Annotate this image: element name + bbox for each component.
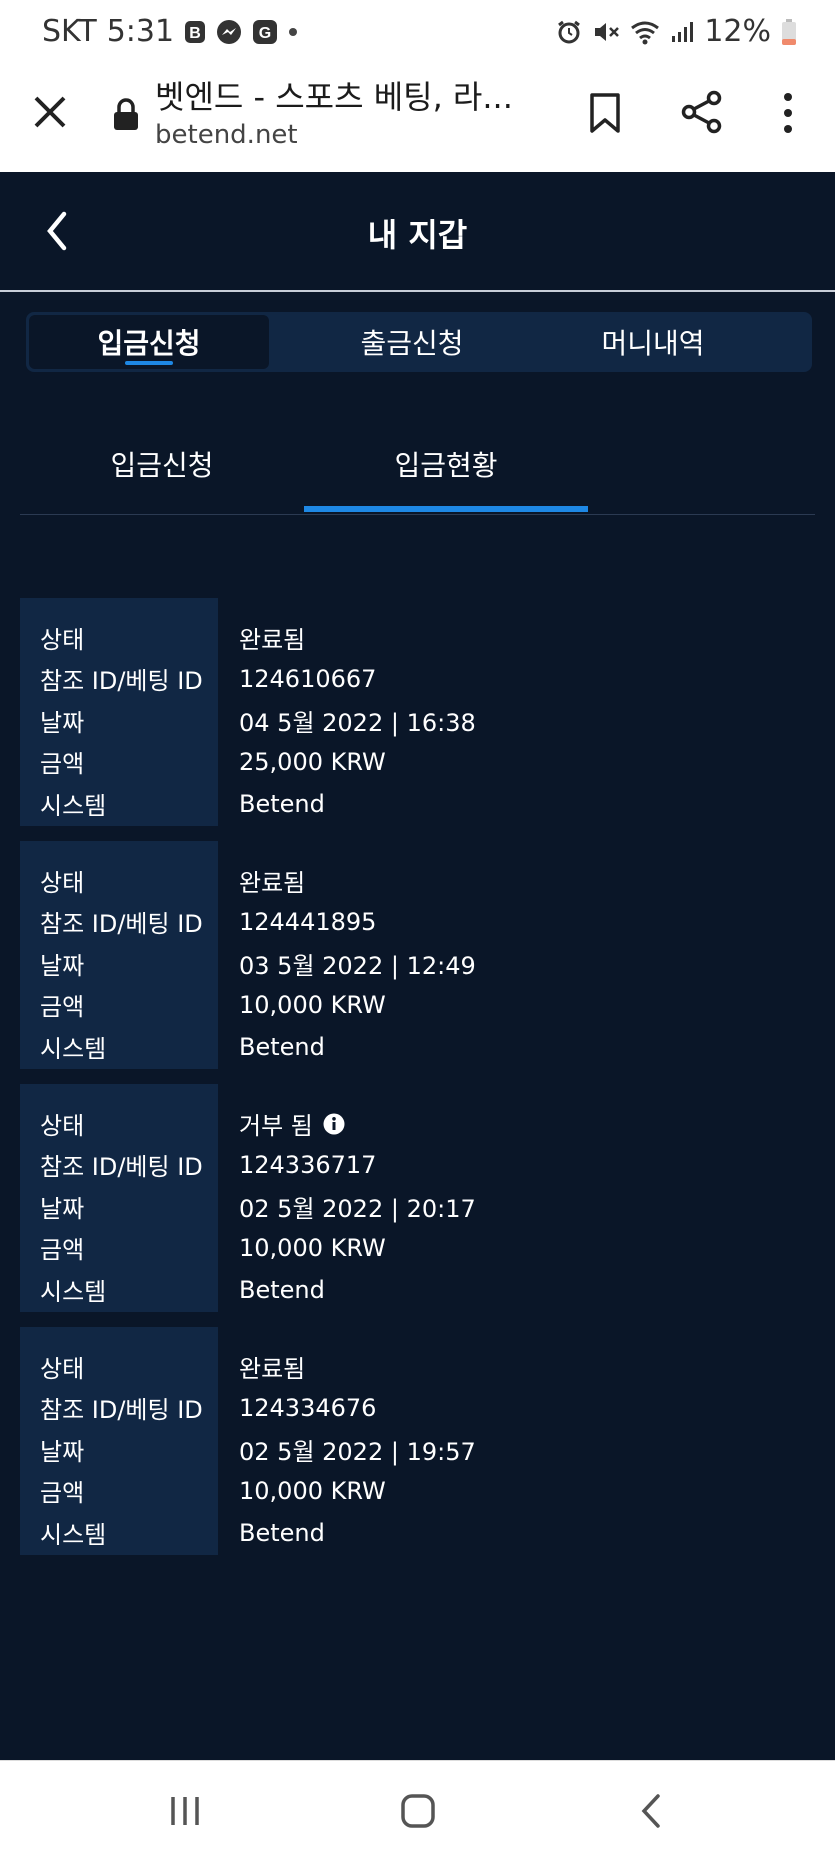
system-value: Betend <box>239 1518 325 1547</box>
system-navigation-bar <box>0 1760 835 1857</box>
status-label: 상태 <box>40 626 85 654</box>
system-label: 시스템 <box>40 1035 107 1063</box>
ref-id-value: 124334676 <box>239 1393 377 1422</box>
svg-text:B: B <box>189 25 201 42</box>
ref-id-label: 참조 ID/베팅 ID <box>40 1396 203 1424</box>
active-tab-indicator <box>125 361 173 365</box>
status-bar: SKT 5:31 B G 12% <box>0 0 835 62</box>
tab-withdrawal-request[interactable]: 출금신청 <box>292 312 532 372</box>
browser-address-bar: 벳엔드 - 스포츠 베팅, 라... betend.net <box>0 62 835 172</box>
tab-label: 입금신청 <box>97 327 201 360</box>
tab-label: 머니내역 <box>601 327 705 360</box>
date-label: 날짜 <box>40 709 85 737</box>
recent-apps-icon[interactable] <box>165 1791 205 1831</box>
info-icon[interactable] <box>323 1113 345 1135</box>
status-value: 완료됨 <box>239 626 306 654</box>
more-notifications-dot-icon <box>288 27 298 37</box>
amount-label: 금액 <box>40 993 85 1021</box>
page-title-text[interactable]: 벳엔드 - 스포츠 베팅, 라... <box>155 72 513 118</box>
system-label: 시스템 <box>40 1521 107 1549</box>
tab-label: 출금신청 <box>360 327 464 360</box>
amount-value: 25,000 KRW <box>239 747 386 776</box>
svg-text:G: G <box>259 25 271 42</box>
deposit-record: 상태 참조 ID/베팅 ID 날짜 금액 시스템 완료됨 124441895 0… <box>20 841 815 1069</box>
system-label: 시스템 <box>40 1278 107 1306</box>
wallet-tabs: 입금신청 출금신청 머니내역 <box>26 312 812 372</box>
status-label: 상태 <box>40 1355 85 1383</box>
bookmark-icon[interactable] <box>588 92 622 134</box>
ref-id-value: 124610667 <box>239 664 377 693</box>
subtab-deposit-request[interactable]: 입금신청 <box>20 434 304 494</box>
status-left: SKT 5:31 B G <box>42 14 298 49</box>
status-value: 거부 됨 <box>239 1112 313 1140</box>
messenger-icon <box>216 19 242 45</box>
mute-icon <box>592 19 620 45</box>
amount-label: 금액 <box>40 1479 85 1507</box>
battery-icon <box>781 18 797 46</box>
amount-value: 10,000 KRW <box>239 990 386 1019</box>
amount-value: 10,000 KRW <box>239 1233 386 1262</box>
date-value: 04 5월 2022 | 16:38 <box>239 709 476 737</box>
share-icon[interactable] <box>680 90 724 134</box>
ref-id-value: 124336717 <box>239 1150 377 1179</box>
system-value: Betend <box>239 789 325 818</box>
date-label: 날짜 <box>40 1195 85 1223</box>
system-value: Betend <box>239 1032 325 1061</box>
amount-label: 금액 <box>40 1236 85 1264</box>
page-title: 내 지갑 <box>367 216 468 254</box>
wifi-icon <box>630 19 660 45</box>
date-value: 02 5월 2022 | 19:57 <box>239 1438 476 1466</box>
deposit-sub-tabs: 입금신청 입금현황 <box>20 414 815 515</box>
tab-deposit-request[interactable]: 입금신청 <box>29 315 269 369</box>
status-right: 12% <box>556 14 797 49</box>
subtab-deposit-status[interactable]: 입금현황 <box>304 434 588 494</box>
ref-id-label: 참조 ID/베팅 ID <box>40 910 203 938</box>
deposit-record: 상태 참조 ID/베팅 ID 날짜 금액 시스템 거부 됨 124336717 … <box>20 1084 815 1312</box>
tab-money-history[interactable]: 머니내역 <box>533 312 773 372</box>
subtab-label: 입금신청 <box>110 449 214 482</box>
date-label: 날짜 <box>40 952 85 980</box>
back-icon[interactable] <box>632 1791 672 1831</box>
url-text[interactable]: betend.net <box>155 120 298 150</box>
date-value: 02 5월 2022 | 20:17 <box>239 1195 476 1223</box>
active-subtab-indicator <box>304 506 588 512</box>
more-vert-icon[interactable] <box>782 92 794 134</box>
system-label: 시스템 <box>40 792 107 820</box>
signal-icon <box>670 20 694 44</box>
date-label: 날짜 <box>40 1438 85 1466</box>
subtab-label: 입금현황 <box>394 449 498 482</box>
page-header: 내 지갑 <box>0 172 835 292</box>
carrier: SKT <box>42 14 97 49</box>
date-value: 03 5월 2022 | 12:49 <box>239 952 476 980</box>
battery-percent: 12% <box>704 14 771 49</box>
amount-label: 금액 <box>40 750 85 778</box>
deposit-record: 상태 참조 ID/베팅 ID 날짜 금액 시스템 완료됨 124610667 0… <box>20 598 815 826</box>
system-value: Betend <box>239 1275 325 1304</box>
ref-id-label: 참조 ID/베팅 ID <box>40 1153 203 1181</box>
status-label: 상태 <box>40 1112 85 1140</box>
alarm-icon <box>556 19 582 45</box>
ref-id-value: 124441895 <box>239 907 377 936</box>
home-icon[interactable] <box>398 1791 438 1831</box>
deposit-record: 상태 참조 ID/베팅 ID 날짜 금액 시스템 완료됨 124334676 0… <box>20 1327 815 1555</box>
status-value-row: 거부 됨 <box>239 1103 345 1144</box>
b-app-icon: B <box>184 20 206 44</box>
clock: 5:31 <box>106 14 175 49</box>
g-app-icon: G <box>252 19 278 45</box>
status-value: 완료됨 <box>239 1355 306 1383</box>
ref-id-label: 참조 ID/베팅 ID <box>40 667 203 695</box>
close-icon[interactable] <box>30 92 70 132</box>
status-label: 상태 <box>40 869 85 897</box>
amount-value: 10,000 KRW <box>239 1476 386 1505</box>
lock-icon <box>112 98 140 132</box>
status-value: 완료됨 <box>239 869 306 897</box>
